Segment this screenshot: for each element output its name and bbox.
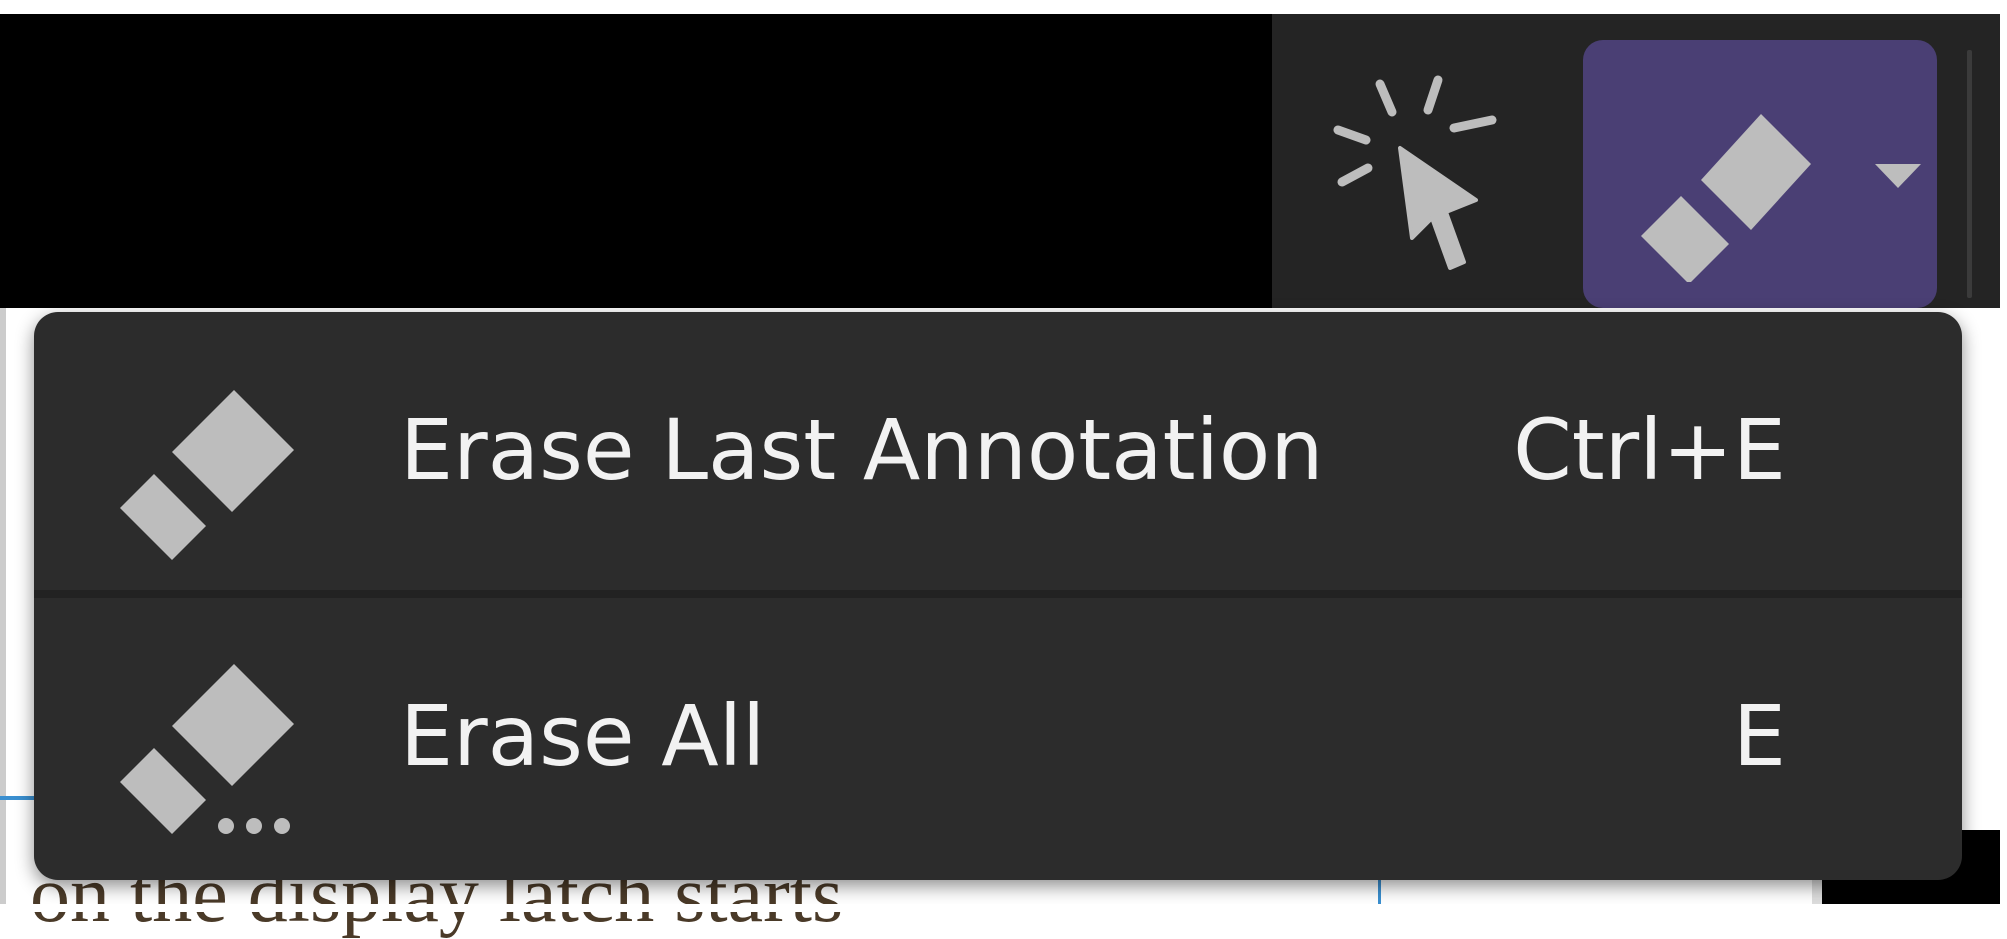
laser-pointer-button[interactable] bbox=[1320, 60, 1500, 290]
laser-pointer-icon bbox=[1333, 75, 1497, 270]
menu-item-erase-all[interactable]: Erase All E bbox=[34, 598, 1962, 868]
chevron-down-icon bbox=[1875, 164, 1921, 188]
menu-item-shortcut: Ctrl+E bbox=[1513, 401, 1786, 499]
eraser-icon bbox=[1641, 114, 1811, 282]
menu-item-label: Erase All bbox=[400, 687, 766, 785]
menu-item-shortcut: E bbox=[1732, 687, 1786, 785]
eraser-menu: Erase Last Annotation Ctrl+E Erase All E bbox=[34, 312, 1962, 880]
menu-separator bbox=[34, 590, 1962, 598]
screenshot-border-right bbox=[2000, 0, 2007, 912]
screenshot-border-bottom bbox=[0, 904, 2007, 912]
eraser-icon bbox=[120, 390, 294, 560]
slide-area bbox=[0, 0, 1272, 308]
eraser-all-icon bbox=[120, 664, 294, 834]
toolbar-divider bbox=[1967, 50, 1972, 298]
menu-item-erase-last-annotation[interactable]: Erase Last Annotation Ctrl+E bbox=[34, 312, 1962, 582]
screenshot-border-top bbox=[0, 0, 2007, 14]
menu-item-label: Erase Last Annotation bbox=[400, 401, 1324, 499]
page-border bbox=[0, 300, 6, 912]
eraser-dropdown-button[interactable] bbox=[1583, 40, 1937, 308]
